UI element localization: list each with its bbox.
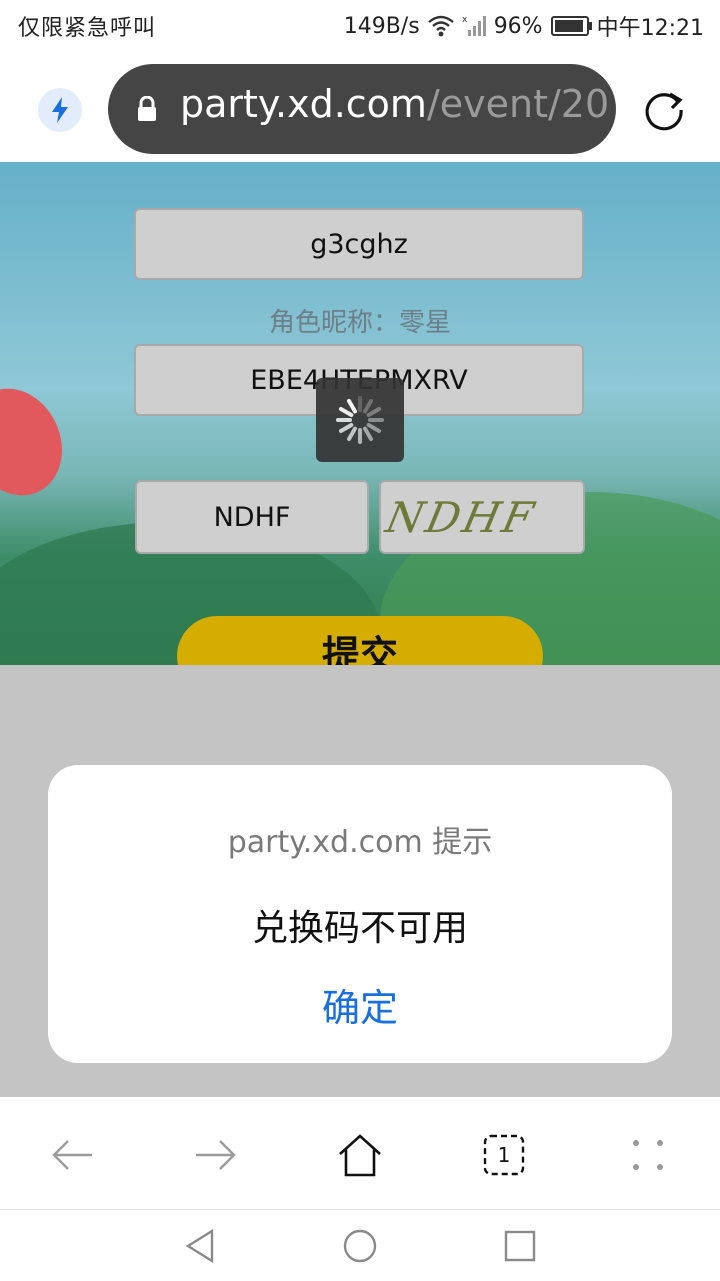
home-button[interactable] [332,1127,388,1183]
spinner-spoke [363,426,373,442]
status-bar: 仅限紧急呼叫 149B/s x 96% 中午12:21 [0,0,720,50]
carrier-text: 仅限紧急呼叫 [18,16,157,41]
spinner-spoke [338,423,354,433]
web-content: g3cghz 角色昵称：零星 EBE4HTEPMXRV NDHF NDHF 提交 [0,162,720,665]
status-right: 149B/s x 96% 中午12:21 [344,10,704,42]
nickname-label: 角色昵称： [268,308,399,338]
square-recents-icon [504,1230,536,1262]
tabs-button[interactable]: 1 [476,1127,532,1183]
spinner-spoke [338,407,354,417]
wifi-icon [427,15,454,37]
back-button[interactable] [44,1127,100,1183]
ok-button[interactable]: 确定 [292,977,428,1032]
forward-button[interactable] [188,1127,244,1183]
system-nav-bar [0,1209,720,1281]
url-host: party.xd.com [180,82,427,126]
url-path: /event/20 [426,82,610,126]
spinner-spoke [347,398,357,414]
nickname-value: 零星 [399,308,452,338]
spinner-spoke [363,398,373,414]
account-input[interactable]: g3cghz [134,208,584,280]
lock-icon [138,96,156,121]
browser-toolbar: 1 [0,1097,720,1209]
captcha-image-text: NDHF [381,492,541,542]
menu-button[interactable] [620,1127,676,1183]
captcha-input[interactable]: NDHF [135,480,369,554]
signal-icon: x [462,15,486,36]
nickname-line: 角色昵称：零星 [0,302,720,339]
dialog-message: 兑换码不可用 [251,908,468,949]
triangle-back-icon [185,1228,214,1264]
more-dots-icon [633,1140,663,1170]
system-home-button[interactable] [342,1228,378,1264]
system-back-button[interactable] [182,1228,218,1264]
alert-dialog: party.xd.com 提示 兑换码不可用 确定 [48,765,672,1063]
url-field[interactable]: party.xd.com/event/20 [108,64,616,154]
spinner-spoke [347,426,357,442]
spinner-spoke [366,423,382,433]
captcha-image[interactable]: NDHF [379,480,585,554]
clock: 中午12:21 [596,16,704,41]
battery-icon [550,16,592,36]
svg-text:x: x [462,15,468,25]
battery-percent: 96% [493,13,543,39]
tab-count: 1 [497,1143,511,1167]
system-recents-button[interactable] [502,1228,538,1264]
submit-button[interactable]: 提交 [177,616,543,665]
dialog-title: party.xd.com 提示 [227,825,493,860]
loading-spinner-icon [316,378,404,462]
reload-icon[interactable] [640,86,688,134]
arrow-right-icon [196,1140,236,1170]
arrow-left-icon [52,1140,92,1170]
spinner-spoke [366,407,382,417]
lightning-icon[interactable] [38,88,82,132]
home-icon [339,1134,381,1177]
network-speed: 149B/s [343,13,420,39]
circle-home-icon [343,1229,377,1263]
